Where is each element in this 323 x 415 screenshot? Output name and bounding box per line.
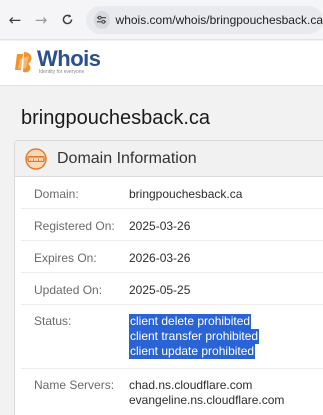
- back-icon[interactable]: ←: [2, 7, 28, 33]
- url-text[interactable]: whois.com/whois/bringpouchesback.ca: [116, 13, 323, 27]
- row-label: Expires On:: [34, 251, 97, 265]
- row-label: Updated On:: [34, 283, 103, 297]
- divider: [21, 240, 323, 241]
- name-server-value: evangeline.ns.cloudflare.com: [129, 393, 285, 407]
- row-value: 2026-03-26: [129, 251, 191, 265]
- row-label: Registered On:: [34, 219, 115, 233]
- divider: [21, 368, 323, 369]
- divider: [21, 304, 323, 305]
- logo-tagline: Identity for everyone: [39, 69, 85, 75]
- panel-title: Domain Information: [57, 149, 197, 167]
- divider: [21, 272, 323, 273]
- name-server-value: chad.ns.cloudflare.com: [129, 378, 253, 392]
- browser-toolbar: ← → whois.com/whois/bringpouchesback.ca: [0, 0, 323, 40]
- page-title: bringpouchesback.ca: [21, 107, 211, 129]
- name-server-values: chad.ns.cloudflare.com evangeline.ns.clo…: [129, 378, 284, 408]
- divider: [21, 208, 323, 209]
- row-label: Domain:: [34, 187, 79, 201]
- status-values: client delete prohibited client transfer…: [129, 314, 260, 359]
- site-settings-icon[interactable]: [94, 10, 110, 29]
- whois-logo[interactable]: Whois Identity for everyone: [14, 46, 101, 75]
- row-label: Name Servers:: [34, 378, 115, 392]
- row-label: Status:: [34, 314, 72, 328]
- logo-wordmark: Whois: [37, 46, 101, 71]
- row-value: 2025-03-26: [129, 219, 191, 233]
- site-header: Whois Identity for everyone: [0, 41, 323, 86]
- forward-icon[interactable]: →: [28, 7, 54, 33]
- row-value: bringpouchesback.ca: [129, 187, 243, 201]
- status-value[interactable]: client delete prohibited: [129, 314, 252, 329]
- svg-text:WWW: WWW: [28, 156, 43, 162]
- www-globe-icon: WWW: [25, 147, 47, 170]
- panel-header: WWW Domain Information: [15, 141, 323, 177]
- address-bar[interactable]: whois.com/whois/bringpouchesback.ca: [86, 5, 323, 34]
- reload-icon[interactable]: [54, 7, 80, 33]
- status-value[interactable]: client transfer prohibited: [129, 329, 260, 344]
- logo-mark-icon: [15, 52, 32, 73]
- status-value[interactable]: client update prohibited: [129, 344, 256, 359]
- row-value: 2025-05-25: [129, 283, 191, 297]
- domain-information-panel: WWW Domain Information Domain: bringpouc…: [14, 140, 323, 415]
